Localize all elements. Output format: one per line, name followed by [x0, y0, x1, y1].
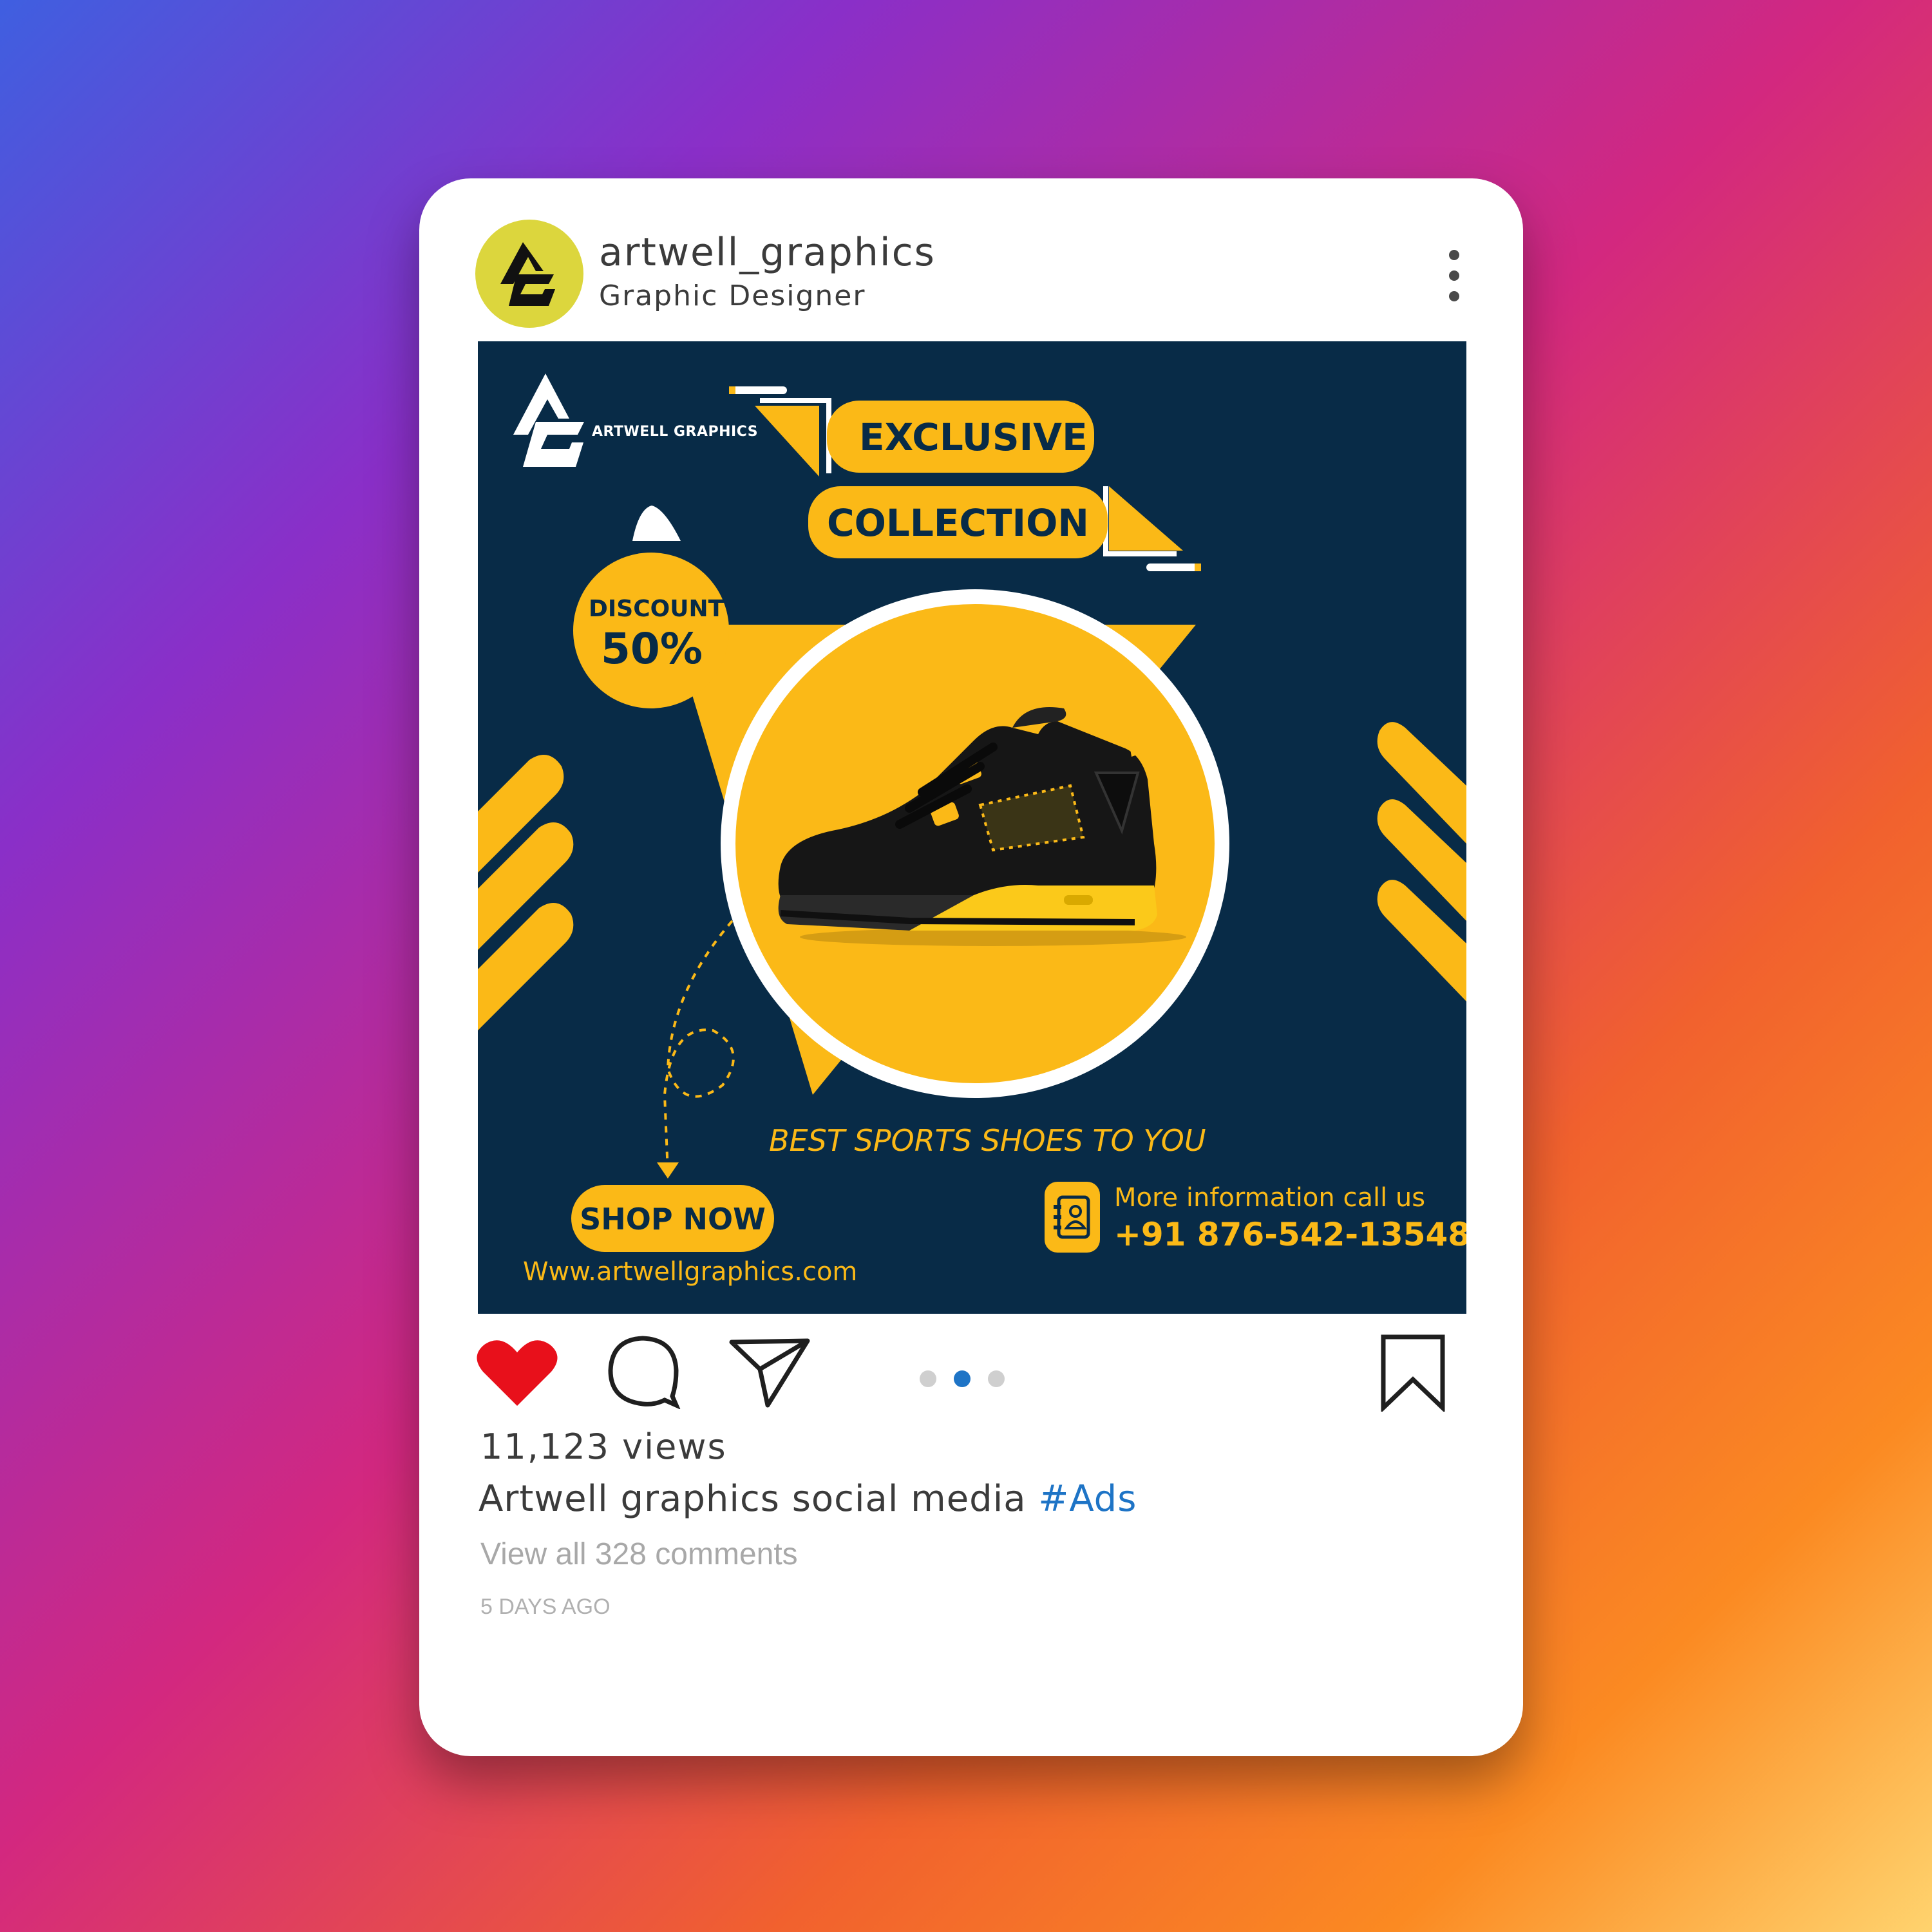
shoe-image [778, 707, 1186, 946]
left-stripes [478, 755, 574, 1030]
contact-book-icon [1045, 1182, 1100, 1253]
carousel-dot[interactable] [920, 1370, 936, 1387]
profile-subtitle: Graphic Designer [599, 279, 866, 312]
bookmark-icon[interactable] [1379, 1334, 1446, 1412]
post-image[interactable]: ARTWELL GRAPHICS EXCLUSIVE COLLECTION DI… [478, 341, 1466, 1314]
comment-icon[interactable] [605, 1333, 681, 1409]
right-stripes [1377, 722, 1466, 1001]
headline-collection: COLLECTION [827, 501, 1089, 545]
view-comments-link[interactable]: View all 328 comments [480, 1539, 798, 1570]
more-options-icon[interactable] [1443, 243, 1468, 308]
post-caption: Artwell graphics social media #Ads [478, 1481, 1137, 1517]
share-icon[interactable] [728, 1333, 811, 1409]
shop-now-label: SHOP NOW [580, 1202, 766, 1236]
caption-text: Artwell graphics social media [478, 1478, 1027, 1520]
discount-value: 50% [601, 624, 703, 674]
carousel-dot-active[interactable] [954, 1370, 971, 1387]
headline-exclusive: EXCLUSIVE [859, 415, 1088, 459]
tagline: BEST SPORTS SHOES TO YOU [769, 1123, 1206, 1158]
phone-number[interactable]: +91 876-542-13548 [1114, 1218, 1466, 1251]
avatar[interactable] [475, 220, 583, 328]
heart-icon[interactable] [475, 1338, 559, 1409]
username[interactable]: artwell_graphics [599, 233, 936, 272]
brand-name: ARTWELL GRAPHICS [592, 424, 759, 440]
carousel-dot[interactable] [988, 1370, 1005, 1387]
brand-logo-icon [513, 374, 584, 467]
discount-label: DISCOUNT [589, 596, 724, 622]
website-link[interactable]: Www.artwellgraphics.com [523, 1259, 857, 1285]
contact-label: More information call us [1114, 1183, 1426, 1213]
ag-logo-icon [500, 242, 555, 306]
post-timestamp: 5 DAYS AGO [480, 1595, 611, 1619]
hashtag-link[interactable]: #Ads [1038, 1478, 1137, 1520]
view-count: 11,123 views [480, 1426, 727, 1467]
